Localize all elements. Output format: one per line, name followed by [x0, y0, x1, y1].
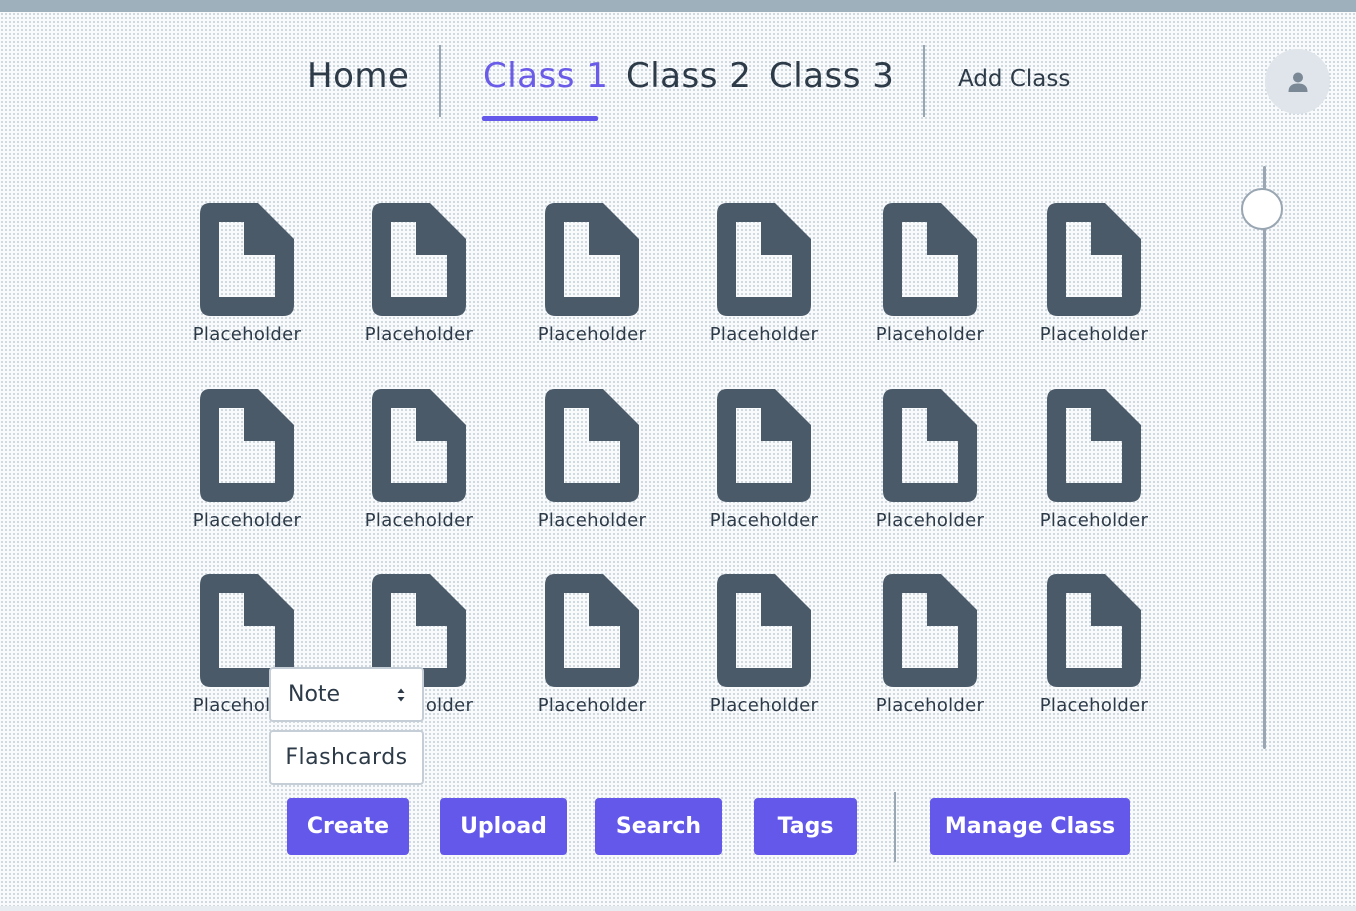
file-label: Placeholder: [875, 324, 985, 345]
file-icon: [1047, 574, 1141, 687]
file-icon: [717, 203, 811, 316]
file-item[interactable]: Placeholder: [349, 203, 489, 353]
file-item[interactable]: Placeholder: [694, 389, 834, 539]
search-button[interactable]: Search: [595, 798, 722, 855]
file-label: Placeholder: [709, 510, 819, 531]
file-icon: [883, 574, 977, 687]
file-label: Placeholder: [1039, 695, 1149, 716]
file-label: Placeholder: [192, 510, 302, 531]
zoom-slider-thumb[interactable]: [1241, 188, 1283, 230]
file-icon: [717, 574, 811, 687]
flashcards-option[interactable]: Flashcards: [269, 730, 424, 785]
file-label: Placeholder: [1039, 324, 1149, 345]
file-label: Placeholder: [364, 510, 474, 531]
file-item[interactable]: Placeholder: [860, 389, 1000, 539]
add-class-link[interactable]: Add Class: [958, 66, 1070, 92]
file-label: Placeholder: [537, 695, 647, 716]
file-item[interactable]: Placeholder: [1024, 389, 1164, 539]
file-icon: [545, 203, 639, 316]
file-item[interactable]: Placeholder: [1024, 574, 1164, 724]
file-label: Placeholder: [537, 324, 647, 345]
file-item[interactable]: Placeholder: [349, 389, 489, 539]
file-item[interactable]: Placeholder: [860, 203, 1000, 353]
file-item[interactable]: Placeholder: [522, 389, 662, 539]
file-icon: [200, 203, 294, 316]
file-item[interactable]: Placeholder: [1024, 203, 1164, 353]
file-icon: [883, 203, 977, 316]
file-icon: [1047, 389, 1141, 502]
file-label: Placeholder: [192, 324, 302, 345]
create-button[interactable]: Create: [287, 798, 409, 855]
file-item[interactable]: Placeholder: [177, 389, 317, 539]
file-icon: [717, 389, 811, 502]
file-label: Placeholder: [364, 324, 474, 345]
file-label: Placeholder: [709, 324, 819, 345]
avatar[interactable]: [1265, 49, 1330, 114]
file-item[interactable]: Placeholder: [177, 203, 317, 353]
file-icon: [883, 389, 977, 502]
bottom-bar: [0, 906, 1356, 911]
file-label: Placeholder: [537, 510, 647, 531]
file-item[interactable]: Placeholder: [522, 574, 662, 724]
upload-button[interactable]: Upload: [440, 798, 567, 855]
file-icon: [545, 574, 639, 687]
file-icon: [545, 389, 639, 502]
user-icon: [1288, 72, 1307, 92]
file-icon: [372, 203, 466, 316]
nav-home[interactable]: Home: [307, 56, 409, 96]
file-item[interactable]: Placeholder: [860, 574, 1000, 724]
tags-button[interactable]: Tags: [754, 798, 857, 855]
tab-class-1[interactable]: Class 1: [483, 56, 608, 96]
file-label: Placeholder: [875, 695, 985, 716]
toolbar-divider: [894, 792, 896, 862]
file-icon: [200, 389, 294, 502]
file-icon: [1047, 203, 1141, 316]
tab-class-3[interactable]: Class 3: [769, 56, 894, 96]
file-item[interactable]: Placeholder: [694, 203, 834, 353]
note-type-select-value: Note: [288, 682, 341, 707]
select-arrows-icon: [397, 688, 405, 702]
file-label: Placeholder: [875, 510, 985, 531]
nav-divider: [439, 45, 441, 117]
note-type-select[interactable]: Note: [269, 667, 424, 722]
file-label: Placeholder: [709, 695, 819, 716]
file-label: Placeholder: [1039, 510, 1149, 531]
tab-class-2[interactable]: Class 2: [626, 56, 751, 96]
file-item[interactable]: Placeholder: [694, 574, 834, 724]
file-icon: [372, 389, 466, 502]
top-bar: [0, 0, 1356, 12]
manage-class-button[interactable]: Manage Class: [930, 798, 1130, 855]
active-tab-indicator: [482, 116, 598, 121]
nav-divider: [923, 45, 925, 117]
zoom-slider-track[interactable]: [1263, 166, 1266, 749]
file-item[interactable]: Placeholder: [522, 203, 662, 353]
